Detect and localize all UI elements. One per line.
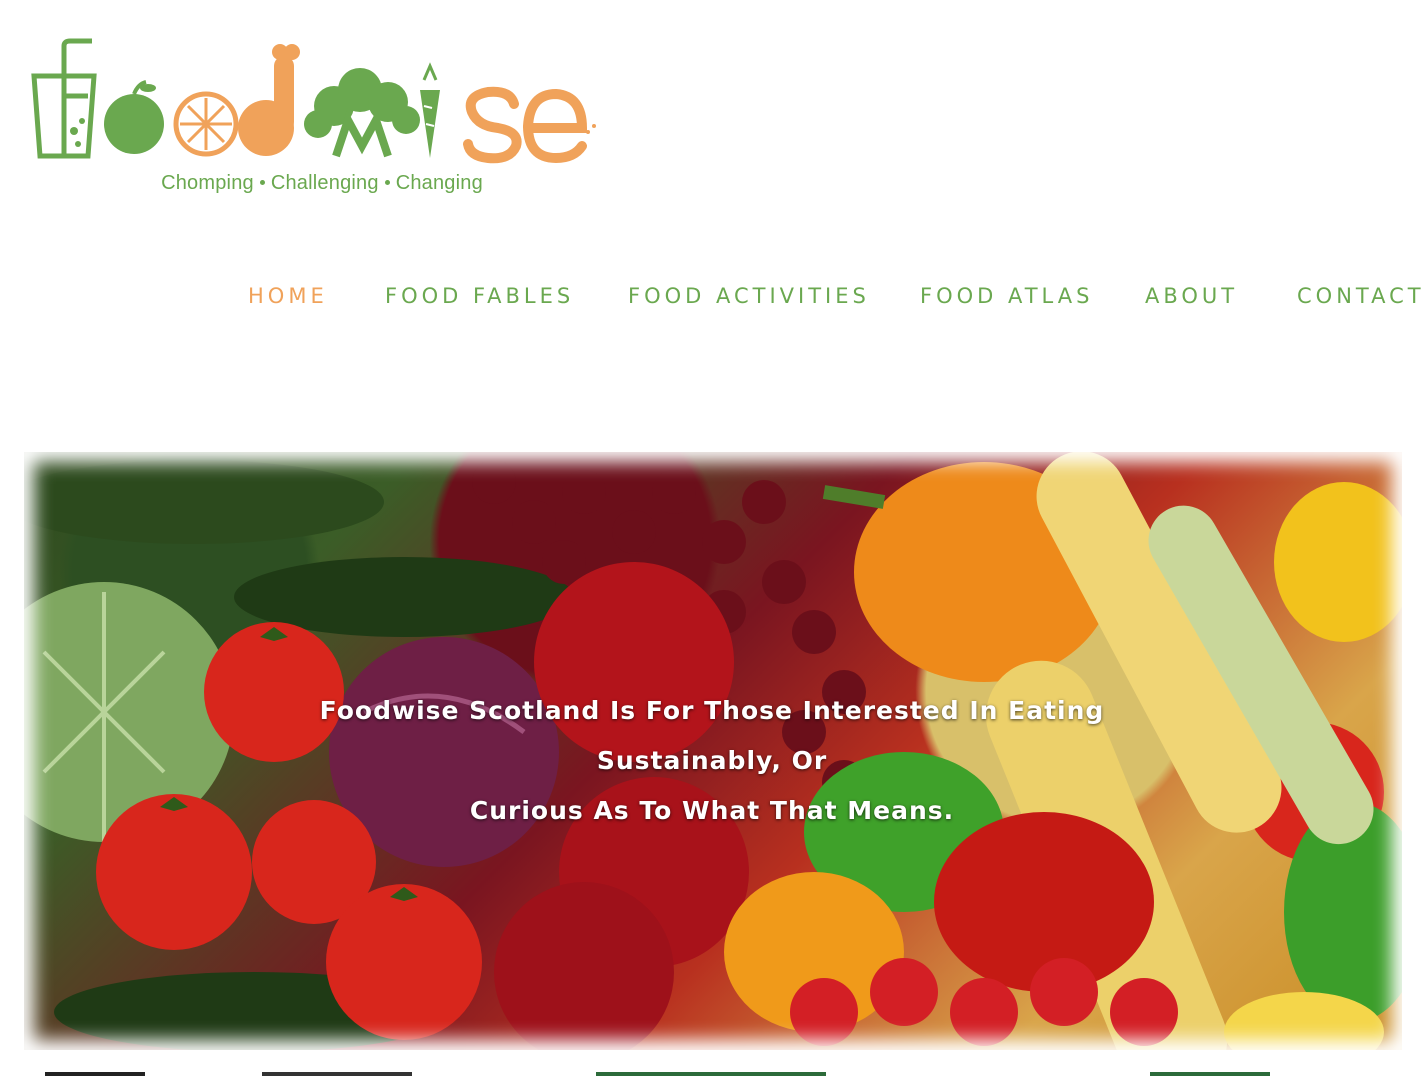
hero-caption-line: Foodwise Scotland Is For Those Intereste…	[319, 696, 1105, 775]
nav-item-about[interactable]: ABOUT	[1145, 284, 1238, 308]
hero-caption-line: Curious As To What That Means.	[469, 796, 955, 825]
nav-item-food-fables[interactable]: FOOD FABLES	[385, 284, 574, 308]
foodwise-logo[interactable]: Chomping Challenging Changing	[26, 36, 606, 206]
bottom-image-strip	[0, 1072, 1424, 1076]
tagline-part: Chomping	[161, 172, 254, 194]
main-navigation: HOME FOOD FABLES FOOD ACTIVITIES FOOD AT…	[0, 284, 1424, 314]
bullet-icon	[259, 179, 265, 185]
nav-item-home[interactable]: HOME	[248, 284, 328, 308]
nav-item-food-atlas[interactable]: FOOD ATLAS	[920, 284, 1093, 308]
foodwise-wordmark-icon	[31, 38, 596, 164]
logo-tagline: Chomping Challenging Changing	[122, 172, 522, 195]
nav-item-food-activities[interactable]: FOOD ACTIVITIES	[628, 284, 870, 308]
tagline-part: Changing	[395, 172, 483, 194]
tagline-part: Challenging	[270, 172, 379, 194]
nav-item-contact[interactable]: CONTACT	[1297, 284, 1424, 308]
hero-caption: Foodwise Scotland Is For Those Intereste…	[240, 686, 1184, 836]
bullet-icon	[384, 179, 390, 185]
